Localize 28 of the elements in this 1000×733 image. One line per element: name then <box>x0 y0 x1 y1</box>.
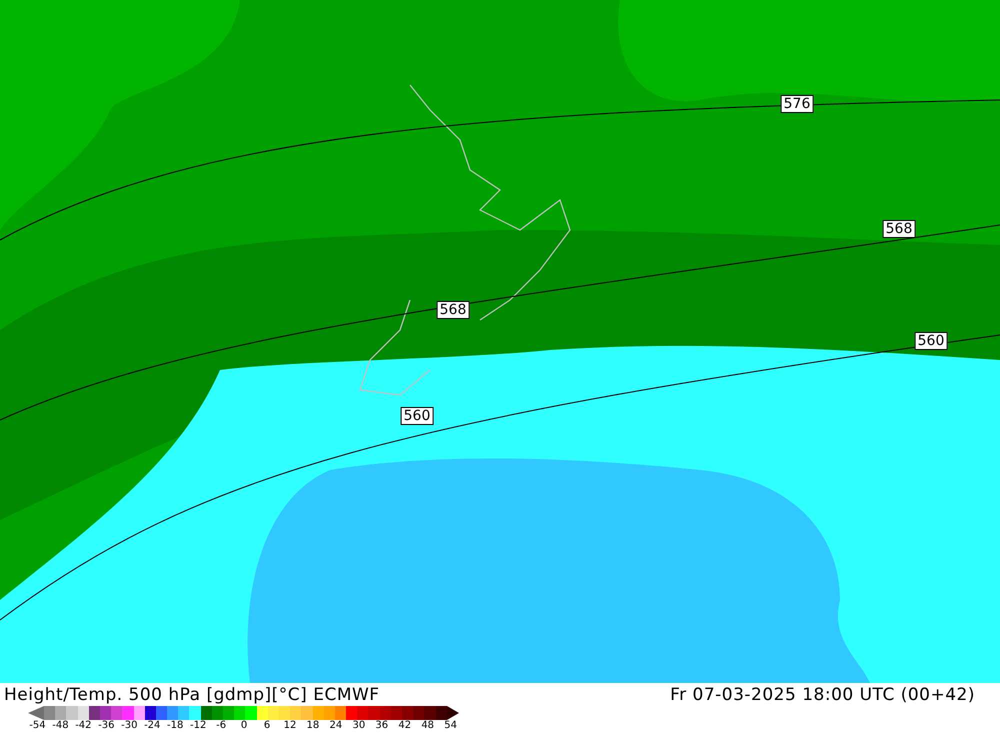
chart-title: Height/Temp. 500 hPa [gdmp][°C] ECMWF <box>4 685 380 705</box>
scale-label: 48 <box>420 720 436 732</box>
scale-label: 12 <box>282 720 298 732</box>
scale-label: -18 <box>166 720 184 732</box>
scale-label: 18 <box>306 720 320 732</box>
contour-label: 560 <box>400 407 434 425</box>
scale-label: -54 <box>28 720 47 732</box>
scale-label: -24 <box>143 720 162 732</box>
scale-label: 54 <box>443 720 458 732</box>
scale-label: 30 <box>351 720 366 732</box>
scale-label: -6 <box>215 720 228 732</box>
contour-label: 568 <box>882 220 916 238</box>
scale-label: 6 <box>262 720 272 732</box>
scale-label: -12 <box>188 720 208 732</box>
right-arrow-icon <box>446 706 459 720</box>
scale-label: 36 <box>374 720 390 732</box>
scale-label: -36 <box>97 720 116 732</box>
scale-label: -30 <box>120 720 138 732</box>
left-arrow-icon <box>28 706 44 720</box>
scale-label: 42 <box>397 720 412 732</box>
contour-label: 560 <box>914 332 948 350</box>
scale-label: 24 <box>328 720 344 732</box>
scale-label: 0 <box>240 720 248 732</box>
forecast-datetime: Fr 07-03-2025 18:00 UTC (00+42) <box>670 685 975 705</box>
contour-label: 568 <box>436 301 470 319</box>
contour-label: 576 <box>780 95 814 113</box>
scale-label: -48 <box>51 720 70 732</box>
scale-label: -42 <box>74 720 93 732</box>
